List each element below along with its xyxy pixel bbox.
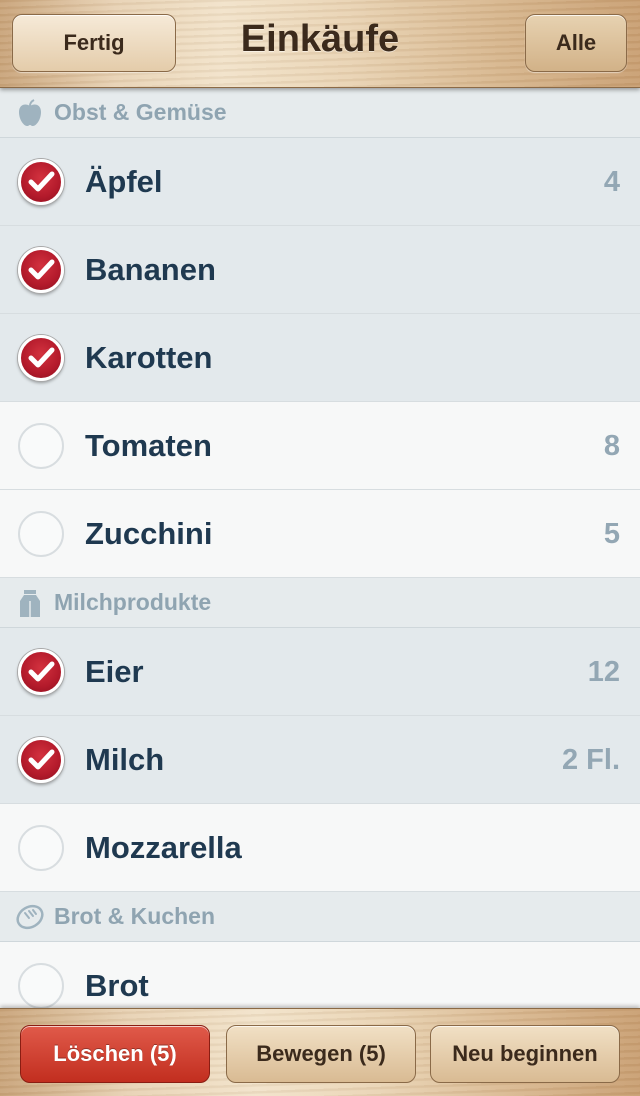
milk-carton-icon [16,589,44,617]
item-name: Brot [85,968,149,1003]
checked-checkbox-icon[interactable] [18,247,64,293]
unchecked-checkbox-icon[interactable] [18,825,64,871]
delete-button[interactable]: Löschen (5) [20,1025,210,1083]
list-item[interactable]: Milch 2 Fl. [0,716,640,804]
item-name: Milch [85,742,165,777]
list-item[interactable]: Zucchini 5 [0,490,640,578]
list-item[interactable]: Äpfel 4 [0,138,640,226]
show-all-button[interactable]: Alle [525,14,627,72]
section-header-bread-cake: Brot & Kuchen [0,892,640,942]
start-over-button[interactable]: Neu beginnen [430,1025,620,1083]
list-item[interactable]: Karotten [0,314,640,402]
item-name: Zucchini [85,516,213,551]
item-quantity: 5 [603,518,620,550]
list-item[interactable]: Mozzarella [0,804,640,892]
section-header-dairy: Milchprodukte [0,578,640,628]
bottom-toolbar: Löschen (5) Bewegen (5) Neu beginnen [0,1008,640,1096]
checked-checkbox-icon[interactable] [18,737,64,783]
item-name: Äpfel [85,164,163,199]
bread-icon [16,903,44,931]
apple-icon [16,98,44,127]
item-name: Bananen [85,252,216,287]
checked-checkbox-icon[interactable] [18,335,64,381]
section-title: Milchprodukte [54,589,212,615]
shopping-list[interactable]: Obst & Gemüse Äpfel 4 Bananen Karotten T… [0,88,640,1008]
list-item[interactable]: Tomaten 8 [0,402,640,490]
unchecked-checkbox-icon[interactable] [18,511,64,557]
section-header-fruits-vegetables: Obst & Gemüse [0,88,640,138]
item-quantity: 12 [587,656,620,688]
section-title: Brot & Kuchen [54,903,215,929]
item-quantity: 2 Fl. [561,744,620,776]
list-item[interactable]: Eier 12 [0,628,640,716]
item-name: Mozzarella [85,830,242,865]
navigation-bar: Fertig Einkäufe Alle [0,0,640,88]
section-title: Obst & Gemüse [54,99,227,125]
unchecked-checkbox-icon[interactable] [18,423,64,469]
move-button[interactable]: Bewegen (5) [226,1025,416,1083]
unchecked-checkbox-icon[interactable] [18,963,64,1008]
checked-checkbox-icon[interactable] [18,649,64,695]
list-item[interactable]: Bananen [0,226,640,314]
item-quantity: 4 [603,166,620,198]
checked-checkbox-icon[interactable] [18,159,64,205]
item-name: Eier [85,654,144,689]
item-quantity: 8 [603,430,620,462]
list-item[interactable]: Brot [0,942,640,1008]
item-name: Tomaten [85,428,212,463]
item-name: Karotten [85,340,213,375]
